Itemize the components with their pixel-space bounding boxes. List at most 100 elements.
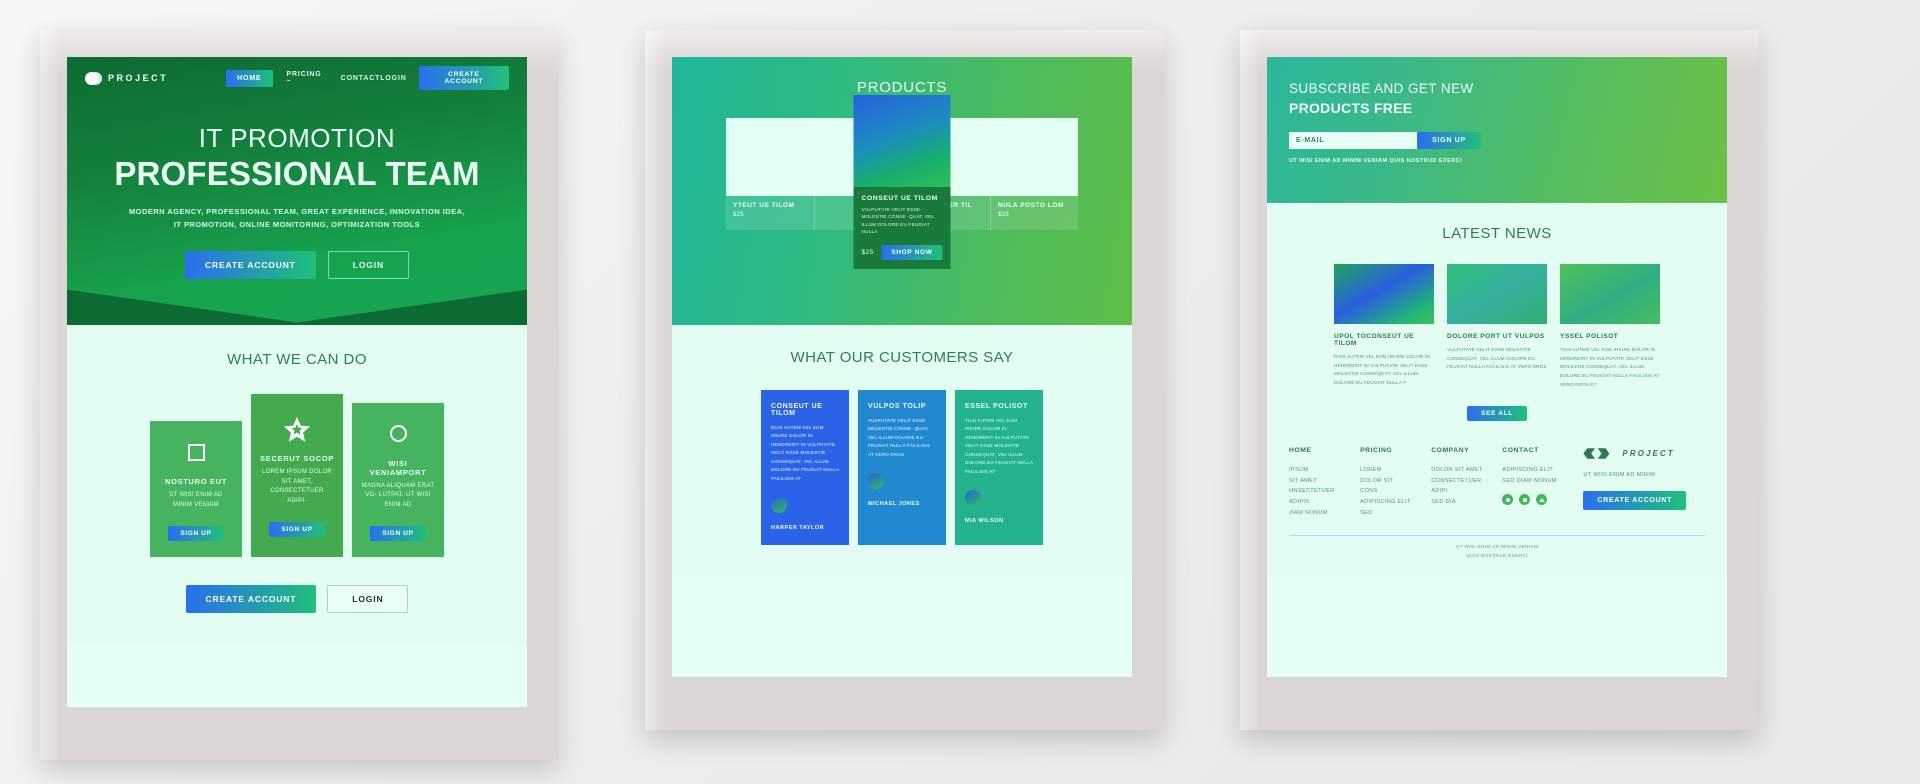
- featured-product-actions: $25 SHOP NOW: [862, 245, 943, 261]
- news-card-title: UPOL TOCONSEUT UE TILOM: [1334, 333, 1415, 347]
- footer-create-account-button[interactable]: CREATE ACCOUNT: [1583, 490, 1687, 510]
- footer-brand: PROJECT UT WISI ENIM AD MINIM CREATE ACC…: [1583, 447, 1705, 520]
- footer-link[interactable]: ADIPISCING ELIT: [1360, 497, 1431, 508]
- testimonial-title: VULPOS TOLIP: [868, 403, 926, 410]
- brand-logo[interactable]: PROJECT: [85, 71, 169, 85]
- email-input[interactable]: [1289, 132, 1417, 149]
- news-card-text: DUIS AUTEM VEL EUM IRIURE DOLOR IN HENDR…: [1334, 354, 1430, 386]
- testimonial-cards: CONSEUT UE TILOM DUIS AUTEM VEL EUM IRIU…: [672, 390, 1132, 546]
- news-card[interactable]: DOLORE PORT UT VULPOS VULPUTATE VELIT ES…: [1447, 264, 1547, 390]
- services-create-account-button[interactable]: CREATE ACCOUNT: [185, 585, 317, 614]
- footer-link[interactable]: SED DIAM NONUM: [1502, 476, 1573, 487]
- testimonial-author: HARPER TAYLOR: [771, 525, 825, 532]
- testimonial-card[interactable]: ESSEL POLISOT TUIS AUTEM VEL EUM IRIURE …: [955, 390, 1043, 546]
- testimonial-author: MIA WILSON: [965, 518, 1004, 525]
- footer-column-company: COMPANY DOLOR SIT AMET CONSECTETUER ADIP…: [1431, 447, 1502, 520]
- footer-link[interactable]: SIT AMET: [1289, 476, 1360, 487]
- panel-landing-frame: PROJECT HOME PRICING ~ CONTACT LOGIN CRE…: [40, 30, 558, 760]
- service-signup-button[interactable]: SIGN UP: [370, 526, 426, 542]
- hero-section: PROJECT HOME PRICING ~ CONTACT LOGIN CRE…: [67, 57, 527, 325]
- social-circle-icon[interactable]: [1502, 494, 1514, 506]
- footer-column-pricing: PRICING LOREM DOLOR SIT CONS ADIPISCING …: [1360, 447, 1431, 520]
- shop-now-button[interactable]: SHOP NOW: [881, 245, 943, 261]
- square-icon: [159, 439, 233, 465]
- product-price: $25: [998, 212, 1010, 218]
- footer-link[interactable]: SED: [1360, 508, 1431, 519]
- footer-link[interactable]: SED DIA: [1431, 497, 1502, 508]
- social-square-icon[interactable]: [1519, 494, 1531, 506]
- products-title: PRODUCTS: [856, 79, 948, 96]
- subscribe-line2: PRODUCTS FREE: [1289, 100, 1413, 116]
- nav-item-home[interactable]: HOME: [226, 69, 273, 87]
- avatar: [868, 473, 884, 490]
- footer-columns: HOME IPSUM SIT AMET HNSECTETUER ADIPIS J…: [1289, 447, 1705, 520]
- testimonial-text: DUIS AUTEM VEL EUM IRIURE DOLOR IN HENDR…: [771, 425, 839, 481]
- service-cards: NOSTURO EUT UT WISI ENIM AD MINIM VENIAM…: [67, 394, 527, 558]
- testimonial-card[interactable]: VULPOS TOLIP VULPUTATE VELIT ESSE MOLEST…: [858, 390, 946, 546]
- footer-legal-line2: QUIS NOSTRUD EXERCI: [1466, 553, 1528, 559]
- service-signup-button[interactable]: SIGN UP: [168, 526, 224, 542]
- footer-link-list: ADIPISCING ELIT SED DIAM NONUM: [1502, 465, 1573, 487]
- services-section: WHAT WE CAN DO NOSTURO EUT UT WISI ENIM …: [67, 325, 527, 644]
- service-card[interactable]: SECERUT SOCOP LOREM IPSUM DOLOR SIT AMET…: [251, 394, 343, 558]
- product-card[interactable]: NULA POSTO LOM $25: [990, 118, 1078, 230]
- news-card-title: YSSEL POLISOT: [1560, 333, 1619, 340]
- screenshot-stage: PROJECT HOME PRICING ~ CONTACT LOGIN CRE…: [0, 0, 1920, 784]
- services-actions: CREATE ACCOUNT LOGIN: [67, 585, 527, 614]
- footer-legal-line1: UT WISI ENIM AD MINIM VENIAM: [1455, 545, 1539, 551]
- service-card-text: LOREM IPSUM DOLOR SIT AMET, CONSECTETUER…: [261, 469, 333, 504]
- footer-link[interactable]: HNSECTETUER: [1289, 486, 1360, 497]
- footer-link[interactable]: LOREM: [1360, 465, 1431, 476]
- nav-item-contact[interactable]: CONTACT: [341, 75, 381, 82]
- hero-actions: CREATE ACCOUNT LOGIN: [67, 251, 527, 280]
- panel-landing: PROJECT HOME PRICING ~ CONTACT LOGIN CRE…: [67, 57, 527, 707]
- news-actions: SEE ALL: [1289, 405, 1705, 421]
- subscribe-signup-button[interactable]: SIGN UP: [1417, 132, 1481, 149]
- hero-login-button[interactable]: LOGIN: [327, 251, 409, 280]
- footer-link[interactable]: DOLOR SIT: [1360, 476, 1431, 487]
- brand-name: PROJECT: [108, 73, 169, 83]
- see-all-button[interactable]: SEE ALL: [1467, 405, 1527, 421]
- hero-create-account-button[interactable]: CREATE ACCOUNT: [185, 251, 316, 280]
- news-image: [1447, 264, 1547, 324]
- testimonials-section: WHAT OUR CUSTOMERS SAY CONSEUT UE TILOM …: [672, 325, 1132, 576]
- footer-link[interactable]: ADIPISCING ELIT: [1502, 465, 1573, 476]
- news-image: [1560, 264, 1660, 324]
- news-card-title: DOLORE PORT UT VULPOS: [1447, 333, 1545, 340]
- subscribe-line1: SUBSCRIBE AND GET NEW: [1289, 81, 1474, 96]
- footer-link[interactable]: ADIPIS: [1289, 497, 1360, 508]
- nav-login-link[interactable]: LOGIN: [380, 75, 406, 82]
- nav-actions: LOGIN CREATE ACCOUNT: [380, 66, 509, 90]
- hero-title: PROFESSIONAL TEAM: [114, 155, 480, 192]
- product-card[interactable]: YTEUT UE TILOM $25: [726, 118, 814, 230]
- testimonials-title: WHAT OUR CUSTOMERS SAY: [790, 349, 1014, 366]
- nav-create-account-button[interactable]: CREATE ACCOUNT: [418, 66, 509, 90]
- footer-link[interactable]: DOLOR SIT AMET: [1431, 465, 1502, 476]
- service-card[interactable]: NOSTURO EUT UT WISI ENIM AD MINIM VENIAM…: [150, 421, 242, 558]
- footer-link[interactable]: IPSUM: [1289, 465, 1360, 476]
- footer-brand-row[interactable]: PROJECT: [1583, 447, 1705, 460]
- service-signup-button[interactable]: SIGN UP: [269, 522, 325, 538]
- hero-description-line2: IT PROMOTION, ONLINE MONITORING, OPTIMIZ…: [173, 220, 421, 230]
- news-title: LATEST NEWS: [1442, 225, 1552, 242]
- featured-product-card[interactable]: CONSEUT UE TILOM VULPUTATE VELIT ESSE MO…: [853, 95, 951, 270]
- subscribe-form: SIGN UP: [1289, 132, 1481, 149]
- service-card[interactable]: WISI VENIAMPORT MAGNA ALIQUAM ERAT VO- L…: [352, 402, 444, 558]
- footer-link[interactable]: ADIPI: [1431, 486, 1502, 497]
- subscribe-note: UT WISI ENIM AD MINIM VENIAM QUIS NOSTRU…: [1289, 158, 1463, 164]
- testimonial-card[interactable]: CONSEUT UE TILOM DUIS AUTEM VEL EUM IRIU…: [761, 390, 849, 546]
- service-card-text: UT WISI ENIM AD MINIM VENIAM: [169, 492, 223, 508]
- footer-link[interactable]: CONS: [1360, 486, 1431, 497]
- news-card-text: TUIS AUTEM VEL EUM IRIURE DOLOR IN HENDR…: [1560, 347, 1660, 387]
- hero-content: IT PROMOTION PROFESSIONAL TEAM MODERN AG…: [67, 99, 527, 280]
- nav-item-pricing[interactable]: PRICING ~: [287, 71, 327, 85]
- footer-link[interactable]: CONSECTETUER: [1431, 476, 1502, 487]
- footer-brand-note: UT WISI ENIM AD MINIM: [1583, 471, 1656, 478]
- footer-link[interactable]: JIAM NONUM: [1289, 508, 1360, 519]
- news-card[interactable]: UPOL TOCONSEUT UE TILOM DUIS AUTEM VEL E…: [1334, 264, 1434, 390]
- featured-product-body: CONSEUT UE TILOM VULPUTATE VELIT ESSE MO…: [853, 187, 951, 270]
- social-star-icon[interactable]: [1536, 494, 1548, 506]
- service-card-title: WISI VENIAMPORT: [369, 458, 427, 477]
- news-card[interactable]: YSSEL POLISOT TUIS AUTEM VEL EUM IRIURE …: [1560, 264, 1660, 390]
- services-login-button[interactable]: LOGIN: [327, 585, 409, 614]
